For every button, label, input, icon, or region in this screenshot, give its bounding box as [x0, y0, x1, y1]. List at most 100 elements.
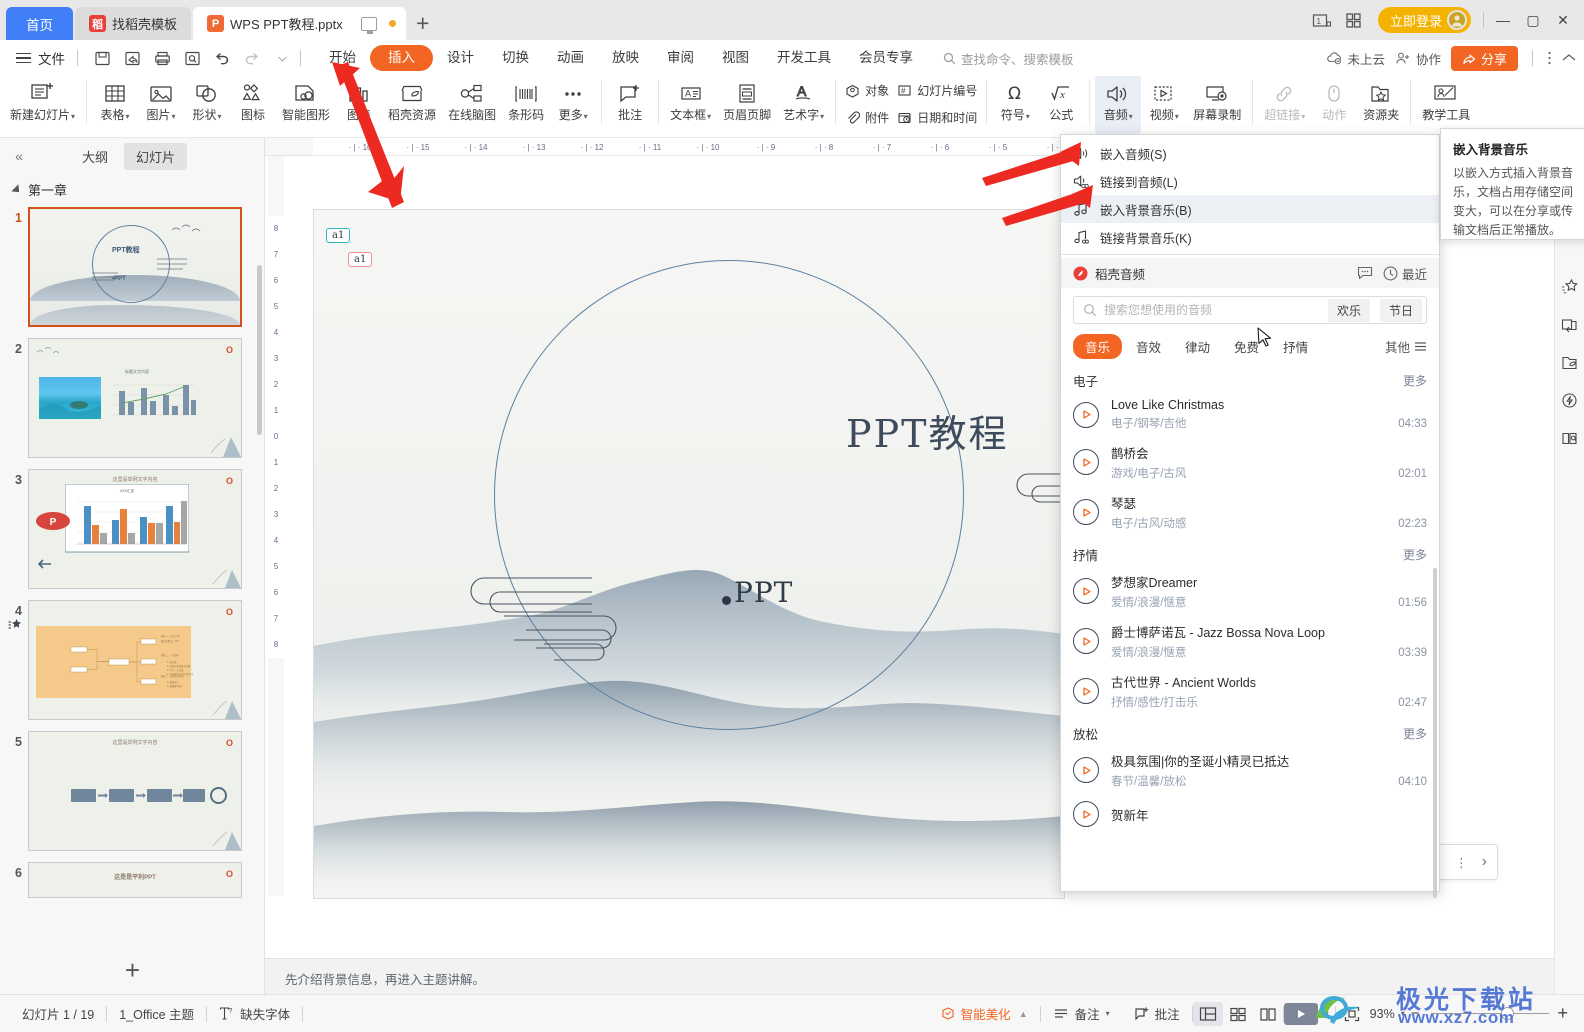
slide-counter[interactable]: 幻灯片 1 / 19: [10, 1004, 106, 1023]
theme-button[interactable]: 1_Office 主题: [107, 1004, 206, 1023]
play-slideshow-button[interactable]: [1283, 1002, 1318, 1025]
ribbon-more[interactable]: 更多▾: [550, 76, 596, 134]
tab-developer[interactable]: 开发工具: [763, 45, 845, 71]
redo-icon[interactable]: [238, 45, 266, 71]
save-icon[interactable]: [88, 45, 116, 71]
audio-track-item[interactable]: 爵士博萨诺瓦 - Jazz Bossa Nova Loop 爱情/浪漫/惬意 03…: [1061, 616, 1439, 666]
play-icon[interactable]: [1073, 401, 1099, 428]
ribbon-slide-number[interactable]: # 幻灯片编号: [897, 79, 977, 103]
play-icon[interactable]: [1073, 678, 1099, 704]
ribbon-picture[interactable]: 图片▾: [138, 76, 184, 134]
customize-icon[interactable]: [268, 45, 296, 71]
missing-font-button[interactable]: ? 缺失字体: [207, 1004, 302, 1023]
ribbon-options-button[interactable]: [1547, 50, 1552, 66]
menu-embed-bgm[interactable]: 嵌入背景音乐(B): [1061, 195, 1439, 347]
transfer-icon[interactable]: [1561, 316, 1578, 336]
slide-thumbnail[interactable]: O 模块一、产品介绍 模块定重点，PPT 模块二、产品演示 1. 演示图 2. 设置…: [28, 600, 242, 720]
close-button[interactable]: ✕: [1548, 7, 1578, 33]
lightning-icon[interactable]: [1561, 392, 1578, 412]
slide-thumbnail-item[interactable]: 3 O 这里是举例文字内容 XXX汇总 P: [0, 458, 264, 629]
audio-section-more[interactable]: 更多: [1403, 546, 1427, 563]
play-options-button[interactable]: ▾: [1318, 1009, 1335, 1018]
category-lyric[interactable]: 抒情: [1273, 334, 1318, 359]
audio-section-more[interactable]: 更多: [1403, 372, 1427, 389]
save-as-icon[interactable]: [118, 45, 146, 71]
ribbon-action[interactable]: 动作: [1311, 76, 1357, 134]
audio-track-list[interactable]: 电子 更多 Love Like Christmas 电子/钢琴/吉他 04:33 …: [1061, 363, 1439, 963]
design-expand-button[interactable]: ›: [1476, 847, 1493, 877]
chevrons-left-icon[interactable]: «: [8, 148, 30, 164]
tab-design[interactable]: 设计: [433, 45, 488, 71]
play-icon[interactable]: [1073, 757, 1099, 783]
ribbon-icon[interactable]: 图标: [230, 76, 276, 134]
ribbon-attachment[interactable]: 附件: [845, 106, 889, 130]
audio-track-item[interactable]: 贺新年: [1061, 795, 1439, 833]
ribbon-datetime[interactable]: 日期和时间: [897, 106, 977, 130]
slide-thumbnail-item[interactable]: 1 PPT教程 •PPT: [0, 205, 264, 327]
category-music[interactable]: 音乐: [1073, 334, 1123, 359]
recent-button[interactable]: 最近: [1383, 264, 1427, 283]
audio-search-box[interactable]: 欢乐 节日: [1073, 296, 1427, 324]
notes-button[interactable]: 备注 ▾: [1041, 1004, 1122, 1023]
beautify-button[interactable]: 智能美化 ▲: [928, 1004, 1040, 1023]
maximize-button[interactable]: ▢: [1518, 7, 1548, 33]
vertical-ruler[interactable]: 8 7 6 5 4 3 2 1 0 1 2 3 4 5 6 7 8: [268, 156, 284, 896]
zoom-in-button[interactable]: +: [1557, 1003, 1574, 1024]
speaker-notes[interactable]: 先介绍背景信息，再进入主题讲解。: [265, 958, 1584, 994]
slide-thumbnail[interactable]: O 这是是平利PPT: [28, 862, 242, 898]
audio-section-more[interactable]: 更多: [1403, 725, 1427, 742]
tab-start[interactable]: 开始: [315, 45, 370, 71]
menu-link-audio[interactable]: 链接到音频(L): [1061, 167, 1439, 195]
file-menu-button[interactable]: 文件: [8, 48, 73, 68]
read-icon[interactable]: [1561, 430, 1578, 450]
cloud-status-button[interactable]: 未上云: [1326, 49, 1385, 68]
fit-to-window-button[interactable]: [1336, 1006, 1368, 1022]
design-more-button[interactable]: ⋮: [1449, 847, 1474, 877]
tab-view[interactable]: 视图: [708, 45, 763, 71]
keyword-chip-happy[interactable]: 欢乐: [1327, 298, 1370, 322]
ribbon-docer-resource[interactable]: 稻壳资源: [382, 76, 442, 134]
slide-thumbnail[interactable]: O 这里是举例文字内容 XXX汇总 P: [28, 469, 242, 589]
resource-icon[interactable]: [1561, 354, 1578, 374]
animation-star-icon[interactable]: [1561, 278, 1579, 298]
comment-status-button[interactable]: 批注: [1122, 1004, 1192, 1023]
ribbon-formula[interactable]: x 公式: [1038, 76, 1084, 134]
zoom-slider-knob[interactable]: [1501, 1006, 1515, 1020]
audio-track-item[interactable]: Love Like Christmas 电子/钢琴/吉他 04:33: [1061, 392, 1439, 437]
tab-slides[interactable]: 幻灯片: [124, 142, 188, 170]
ribbon-chart[interactable]: 图表: [336, 76, 382, 134]
add-slide-button[interactable]: +: [0, 955, 265, 986]
login-button[interactable]: 立即登录: [1377, 7, 1471, 33]
audio-track-item[interactable]: 梦想家Dreamer 爱情/浪漫/惬意 01:56: [1061, 566, 1439, 616]
ribbon-folder[interactable]: 资源夹: [1357, 76, 1405, 134]
present-monitor-icon[interactable]: [360, 16, 377, 34]
ribbon-barcode[interactable]: 条形码: [502, 76, 550, 134]
new-tab-button[interactable]: +: [406, 7, 440, 40]
slide-thumbnail[interactable]: PPT教程 •PPT: [28, 207, 242, 327]
slide-thumbnail[interactable]: O 标题文字内容: [28, 338, 242, 458]
slide-sorter-icon[interactable]: [1223, 1002, 1253, 1026]
ribbon-table[interactable]: 表格▾: [92, 76, 138, 134]
category-other-button[interactable]: 其他: [1385, 337, 1427, 356]
normal-view-icon[interactable]: [1192, 1001, 1223, 1026]
collapse-ribbon-button[interactable]: [1562, 53, 1576, 63]
ribbon-symbol[interactable]: Ω 符号▾: [992, 76, 1038, 134]
ribbon-audio[interactable]: 音频▾: [1095, 76, 1142, 134]
ribbon-shape[interactable]: 形状▾: [184, 76, 230, 134]
tab-animation[interactable]: 动画: [543, 45, 598, 71]
audio-dropdown-menu[interactable]: 嵌入音频(S) 链接到音频(L) 嵌入背景音乐(B) 链接背景音乐(K) 稻壳音…: [1060, 134, 1440, 898]
slide-thumbnail-list[interactable]: 1 PPT教程 •PPT 2 O 标题文字内容 3 O 这里是举例文字内容 XX…: [0, 205, 264, 965]
ribbon-smartart[interactable]: 智能图形: [276, 76, 336, 134]
slide-thumbnail-item[interactable]: 2 O 标题文字内容: [0, 327, 264, 458]
command-search[interactable]: 查找命令、搜索模板: [943, 49, 1074, 68]
audio-list-scrollbar[interactable]: [1433, 568, 1437, 898]
zoom-level[interactable]: 93% ▾: [1368, 1007, 1407, 1021]
grid-view-icon[interactable]: [1338, 7, 1370, 33]
tab-outline[interactable]: 大纲: [70, 143, 120, 170]
audio-track-item[interactable]: 鹊桥会 游戏/电子/古风 02:01: [1061, 437, 1439, 487]
ribbon-comment[interactable]: 批注: [607, 76, 653, 134]
tab-review[interactable]: 审阅: [653, 45, 708, 71]
ribbon-object[interactable]: 对象: [845, 79, 889, 103]
category-rhythm[interactable]: 律动: [1175, 334, 1220, 359]
tab-docer-template[interactable]: 稻 找稻壳模板: [75, 7, 192, 40]
